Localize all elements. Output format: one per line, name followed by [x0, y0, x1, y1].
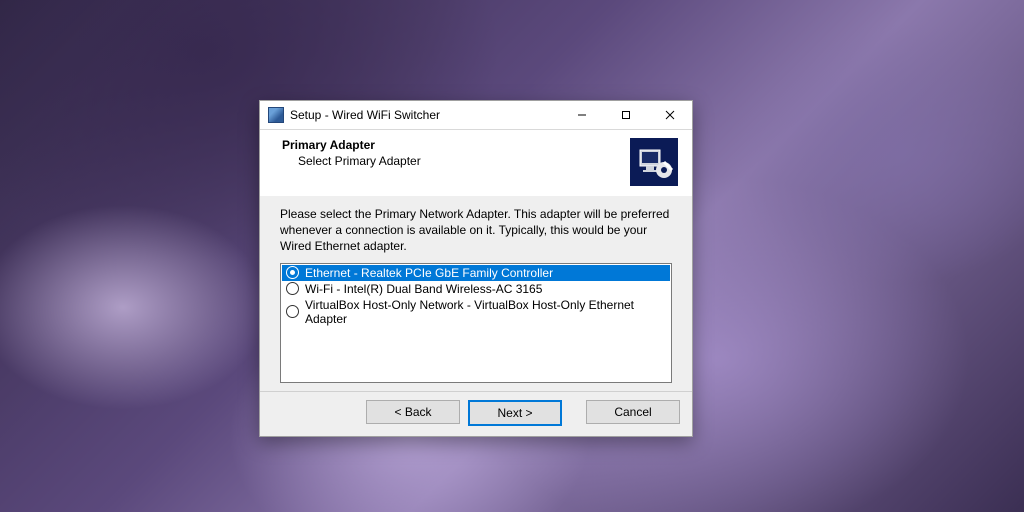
radio-icon [286, 282, 299, 295]
radio-icon [286, 305, 299, 318]
radio-icon [286, 266, 299, 279]
page-title: Primary Adapter [274, 138, 622, 152]
back-button-label: < Back [394, 405, 431, 419]
wizard-footer: < Back Next > Cancel [260, 391, 692, 436]
setup-window: Setup - Wired WiFi Switcher Primary Adap… [259, 100, 693, 437]
back-button[interactable]: < Back [366, 400, 460, 424]
adapter-list[interactable]: Ethernet - Realtek PCIe GbE Family Contr… [280, 263, 672, 383]
window-title: Setup - Wired WiFi Switcher [290, 108, 440, 122]
installer-logo-icon [634, 142, 674, 182]
adapter-option[interactable]: Wi-Fi - Intel(R) Dual Band Wireless-AC 3… [282, 281, 670, 297]
minimize-icon [577, 110, 587, 120]
adapter-option[interactable]: Ethernet - Realtek PCIe GbE Family Contr… [282, 265, 670, 281]
wizard-body: Please select the Primary Network Adapte… [260, 196, 692, 391]
adapter-option-label: Ethernet - Realtek PCIe GbE Family Contr… [305, 266, 553, 280]
next-button-label: Next > [497, 406, 532, 420]
minimize-button[interactable] [560, 101, 604, 129]
adapter-option-label: Wi-Fi - Intel(R) Dual Band Wireless-AC 3… [305, 282, 542, 296]
maximize-icon [621, 110, 631, 120]
instructions-text: Please select the Primary Network Adapte… [280, 206, 672, 255]
next-button[interactable]: Next > [468, 400, 562, 426]
close-button[interactable] [648, 101, 692, 129]
cancel-button-label: Cancel [614, 405, 651, 419]
adapter-option[interactable]: VirtualBox Host-Only Network - VirtualBo… [282, 297, 670, 327]
cancel-button[interactable]: Cancel [586, 400, 680, 424]
installer-logo [630, 138, 678, 186]
wizard-header: Primary Adapter Select Primary Adapter [260, 130, 692, 196]
maximize-button[interactable] [604, 101, 648, 129]
app-icon [268, 107, 284, 123]
close-icon [665, 110, 675, 120]
adapter-option-label: VirtualBox Host-Only Network - VirtualBo… [305, 298, 666, 326]
page-subtitle: Select Primary Adapter [274, 154, 622, 168]
titlebar: Setup - Wired WiFi Switcher [260, 101, 692, 130]
